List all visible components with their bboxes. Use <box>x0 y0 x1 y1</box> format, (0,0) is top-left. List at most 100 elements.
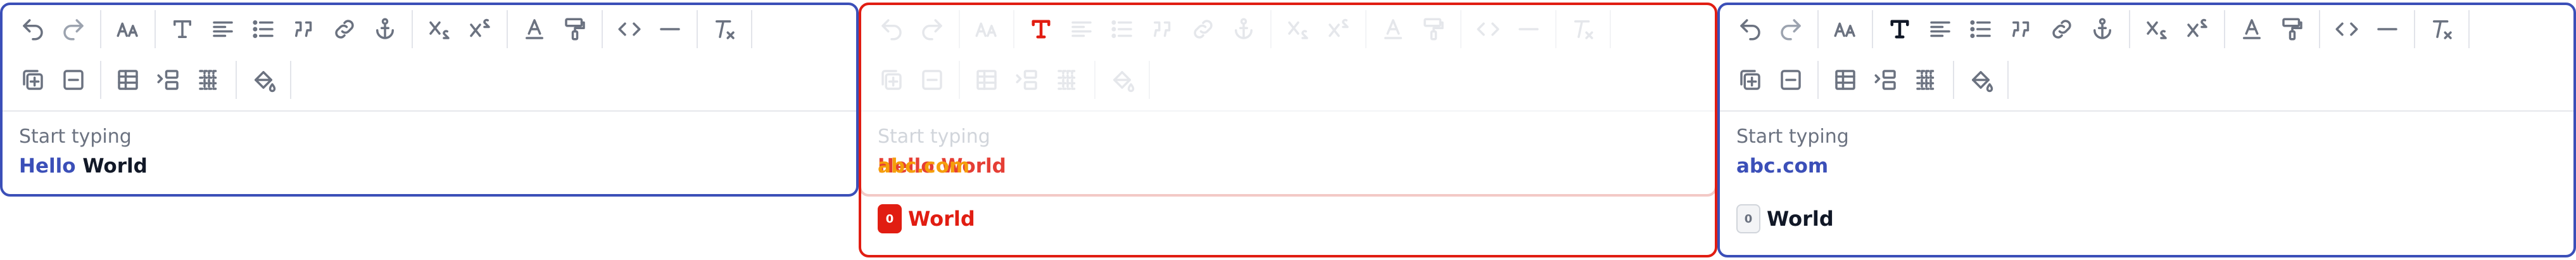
superscript-icon[interactable] <box>2177 9 2218 49</box>
editor-content[interactable]: Hello World <box>19 155 148 178</box>
anchor-icon[interactable] <box>2082 9 2123 49</box>
grid-icon[interactable] <box>189 60 229 100</box>
paint-icon[interactable] <box>555 9 595 49</box>
suggestion-word: World <box>1767 207 1834 231</box>
clear-format-icon[interactable] <box>704 9 745 49</box>
toolbar-separator <box>1149 61 1150 99</box>
toolbar-separator <box>697 10 698 48</box>
grid-icon[interactable] <box>1906 60 1947 100</box>
toolbar-separator <box>1270 10 1272 48</box>
toolbar-row-1 <box>1730 6 2476 52</box>
toolbar-divider <box>3 110 856 112</box>
text-color-icon[interactable] <box>1373 9 1413 49</box>
horizontal-rule-icon[interactable] <box>1508 9 1549 49</box>
font-size-icon[interactable] <box>108 9 148 49</box>
redo-icon[interactable] <box>1771 9 1811 49</box>
font-size-icon[interactable] <box>966 9 1007 49</box>
toolbar-separator <box>2007 61 2009 99</box>
toolbar-separator <box>959 10 960 48</box>
code-icon[interactable] <box>2327 9 2367 49</box>
toolbar-separator <box>100 61 101 99</box>
editor-content[interactable]: abc.com <box>1736 155 1828 178</box>
horizontal-rule-icon[interactable] <box>2367 9 2408 49</box>
editor-plain-word: World <box>82 155 148 178</box>
subscript-icon[interactable] <box>2137 9 2177 49</box>
list-icon[interactable] <box>1102 9 1142 49</box>
toolbar-separator <box>2468 10 2470 48</box>
toolbar-separator <box>155 10 156 48</box>
editor-placeholder-label: Start typing <box>19 126 132 148</box>
indent-icon[interactable] <box>148 60 189 100</box>
suggestion-row[interactable]: 0 World <box>878 204 975 233</box>
editor-link-text[interactable]: abc.com <box>1736 155 1828 178</box>
indent-icon[interactable] <box>1007 60 1047 100</box>
indent-icon[interactable] <box>1866 60 1906 100</box>
align-icon[interactable] <box>1061 9 1102 49</box>
paint-icon[interactable] <box>1413 9 1454 49</box>
mention-badge: 0 <box>1736 204 1760 233</box>
editor-link-word[interactable]: Hello <box>19 155 76 178</box>
clear-format-icon[interactable] <box>1563 9 1603 49</box>
toolbar-separator <box>1460 10 1462 48</box>
undo-icon[interactable] <box>1730 9 1771 49</box>
table-icon[interactable] <box>108 60 148 100</box>
editor-placeholder-label: Start typing <box>878 126 990 148</box>
toolbar-separator <box>1610 10 1611 48</box>
text-color-icon[interactable] <box>514 9 555 49</box>
link-icon[interactable] <box>1183 9 1223 49</box>
redo-icon[interactable] <box>912 9 952 49</box>
text-style-icon[interactable] <box>162 9 203 49</box>
clear-format-icon[interactable] <box>2421 9 2462 49</box>
toolbar-separator <box>1555 10 1556 48</box>
code-icon[interactable] <box>1468 9 1508 49</box>
undo-icon[interactable] <box>871 9 912 49</box>
text-style-icon[interactable] <box>1879 9 1920 49</box>
anchor-icon[interactable] <box>1223 9 1264 49</box>
toolbar-separator <box>1953 61 1954 99</box>
toolbar-separator <box>507 10 508 48</box>
remove-block-icon[interactable] <box>1771 60 1811 100</box>
editor-placeholder-label: Start typing <box>1736 126 1849 148</box>
fill-icon[interactable] <box>243 60 284 100</box>
horizontal-rule-icon[interactable] <box>650 9 690 49</box>
table-icon[interactable] <box>966 60 1007 100</box>
superscript-icon[interactable] <box>460 9 500 49</box>
quote-icon[interactable] <box>2001 9 2042 49</box>
font-size-icon[interactable] <box>1825 9 1866 49</box>
suggestion-row[interactable]: 0 World <box>1736 204 1834 233</box>
align-icon[interactable] <box>1920 9 1960 49</box>
quote-icon[interactable] <box>284 9 324 49</box>
quote-icon[interactable] <box>1142 9 1183 49</box>
add-block-icon[interactable] <box>1730 60 1771 100</box>
align-icon[interactable] <box>203 9 243 49</box>
suggestion-word: World <box>908 207 975 231</box>
list-icon[interactable] <box>243 9 284 49</box>
link-icon[interactable] <box>324 9 365 49</box>
text-color-icon[interactable] <box>2232 9 2272 49</box>
undo-icon[interactable] <box>13 9 53 49</box>
toolbar-separator <box>751 10 752 48</box>
superscript-icon[interactable] <box>1318 9 1359 49</box>
add-block-icon[interactable] <box>13 60 53 100</box>
text-style-icon[interactable] <box>1021 9 1061 49</box>
subscript-icon[interactable] <box>1278 9 1318 49</box>
toolbar-divider <box>861 110 1715 112</box>
grid-icon[interactable] <box>1047 60 1088 100</box>
add-block-icon[interactable] <box>871 60 912 100</box>
toolbar-row-1 <box>871 6 1617 52</box>
code-icon[interactable] <box>609 9 650 49</box>
remove-block-icon[interactable] <box>912 60 952 100</box>
redo-icon[interactable] <box>53 9 94 49</box>
table-icon[interactable] <box>1825 60 1866 100</box>
fill-icon[interactable] <box>1960 60 2001 100</box>
subscript-icon[interactable] <box>419 9 460 49</box>
anchor-icon[interactable] <box>365 9 405 49</box>
link-icon[interactable] <box>2042 9 2082 49</box>
paint-icon[interactable] <box>2272 9 2313 49</box>
fill-icon[interactable] <box>1102 60 1142 100</box>
toolbar-separator <box>1013 10 1014 48</box>
remove-block-icon[interactable] <box>53 60 94 100</box>
toolbar-separator <box>1365 10 1367 48</box>
editor-panel-c: Start typing abc.com 0 World <box>1717 0 2576 260</box>
list-icon[interactable] <box>1960 9 2001 49</box>
